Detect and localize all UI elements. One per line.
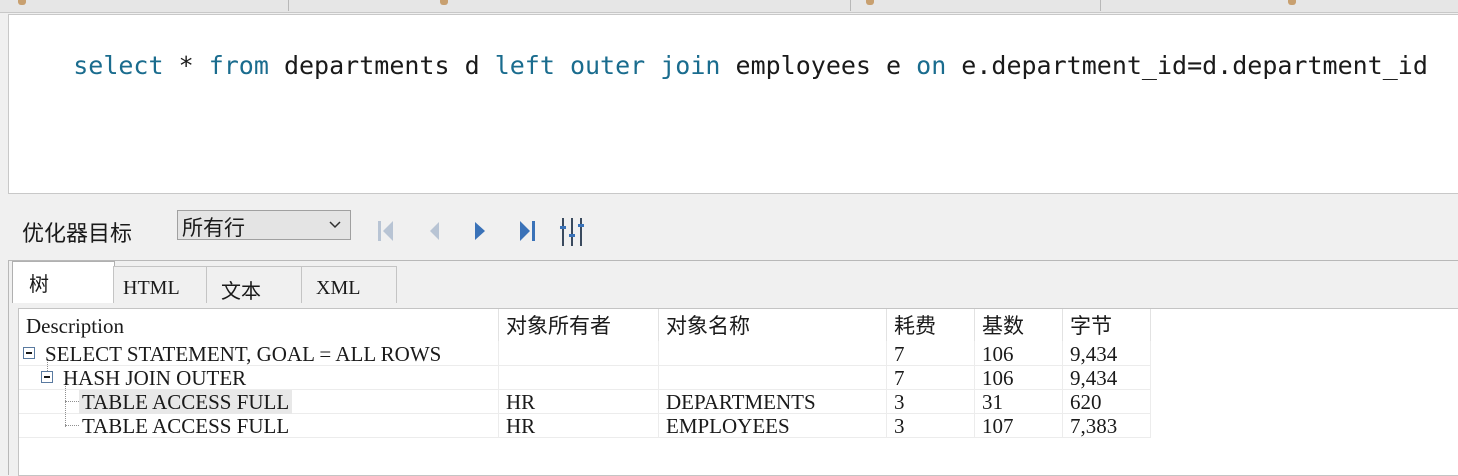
row-bytes: 7,383 (1070, 414, 1118, 438)
row-owner: HR (506, 414, 536, 438)
sql-keyword: on (916, 51, 947, 80)
sql-text[interactable]: select * from departments d left outer j… (13, 21, 1428, 111)
row-cardinality: 31 (982, 390, 1003, 414)
optimizer-goal-value: 所有行 (182, 216, 245, 240)
column-divider (498, 341, 499, 437)
row-cardinality: 106 (982, 366, 1014, 390)
previous-icon[interactable] (426, 218, 442, 248)
column-header-cost[interactable]: 耗费 (894, 309, 936, 341)
sql-token: departments d (268, 51, 495, 80)
row-cardinality: 107 (982, 414, 1014, 438)
row-description: SELECT STATEMENT, GOAL = ALL ROWS (45, 342, 442, 366)
chevron-down-icon (328, 217, 342, 236)
columns-icon[interactable] (560, 216, 584, 252)
row-description: TABLE ACCESS FULL (82, 414, 290, 438)
column-header-cardinality[interactable]: 基数 (982, 309, 1024, 341)
collapse-icon[interactable] (41, 371, 53, 383)
tab-divider (1100, 0, 1101, 11)
row-owner: HR (506, 390, 536, 414)
column-header-description[interactable]: Description (26, 309, 124, 341)
column-header-bytes[interactable]: 字节 (1070, 309, 1112, 341)
tab-label: 文本 (221, 279, 261, 303)
first-icon[interactable] (376, 218, 396, 248)
column-header-object-name[interactable]: 对象名称 (666, 309, 750, 341)
row-object-name: EMPLOYEES (666, 414, 790, 438)
tab-label: HTML (123, 277, 180, 299)
row-cost: 7 (894, 366, 905, 390)
column-divider (658, 341, 659, 437)
optimizer-goal-select[interactable]: 所有行 (177, 210, 351, 240)
tab-html[interactable]: HTML (113, 266, 207, 303)
tab-icon (866, 0, 874, 5)
explain-plan-grid[interactable]: Description 对象所有者 对象名称 耗费 基数 字节 SELECT S… (18, 308, 1458, 476)
tab-label: XML (316, 277, 361, 299)
optimizer-goal-label: 优化器目标 (22, 222, 133, 247)
column-header-owner[interactable]: 对象所有者 (506, 309, 611, 341)
column-divider[interactable] (498, 309, 499, 341)
row-description: HASH JOIN OUTER (63, 366, 247, 390)
sql-token: * (163, 51, 209, 80)
column-divider[interactable] (886, 309, 887, 341)
sql-keyword: left outer join (494, 51, 721, 80)
next-icon[interactable] (472, 218, 488, 248)
row-cost: 3 (894, 390, 905, 414)
sql-keyword: select (73, 51, 164, 80)
column-divider (974, 341, 975, 437)
row-cost: 7 (894, 342, 905, 366)
row-bytes: 620 (1070, 390, 1102, 414)
tree-connector (65, 425, 79, 426)
tab-text[interactable]: 文本 (206, 266, 302, 303)
tab-label: 树 (29, 272, 49, 296)
row-cardinality: 106 (982, 342, 1014, 366)
sql-editor[interactable]: select * from departments d left outer j… (8, 14, 1458, 194)
row-object-name: DEPARTMENTS (666, 390, 816, 414)
editor-tab-strip[interactable] (0, 0, 1458, 13)
tab-divider (850, 0, 851, 11)
row-description: TABLE ACCESS FULL (79, 390, 293, 414)
column-divider (1062, 341, 1063, 437)
tab-icon (440, 0, 448, 5)
column-divider[interactable] (658, 309, 659, 341)
tree-connector (65, 401, 79, 402)
sql-keyword: from (208, 51, 269, 80)
tab-icon (18, 0, 26, 5)
row-bytes: 9,434 (1070, 342, 1118, 366)
tab-divider (288, 0, 289, 11)
column-divider (886, 341, 887, 437)
column-divider[interactable] (1062, 309, 1063, 341)
column-divider[interactable] (1150, 309, 1151, 341)
sql-token: e.department_id=d.department_id (946, 51, 1428, 80)
sql-token: employees e (720, 51, 917, 80)
last-icon[interactable] (518, 218, 538, 248)
row-cost: 3 (894, 414, 905, 438)
tab-icon (1288, 0, 1296, 5)
tab-xml[interactable]: XML (301, 266, 397, 303)
column-divider[interactable] (974, 309, 975, 341)
tab-tree[interactable]: 树 (12, 261, 115, 303)
column-divider (1150, 341, 1151, 437)
row-bytes: 9,434 (1070, 366, 1118, 390)
collapse-icon[interactable] (23, 347, 35, 359)
